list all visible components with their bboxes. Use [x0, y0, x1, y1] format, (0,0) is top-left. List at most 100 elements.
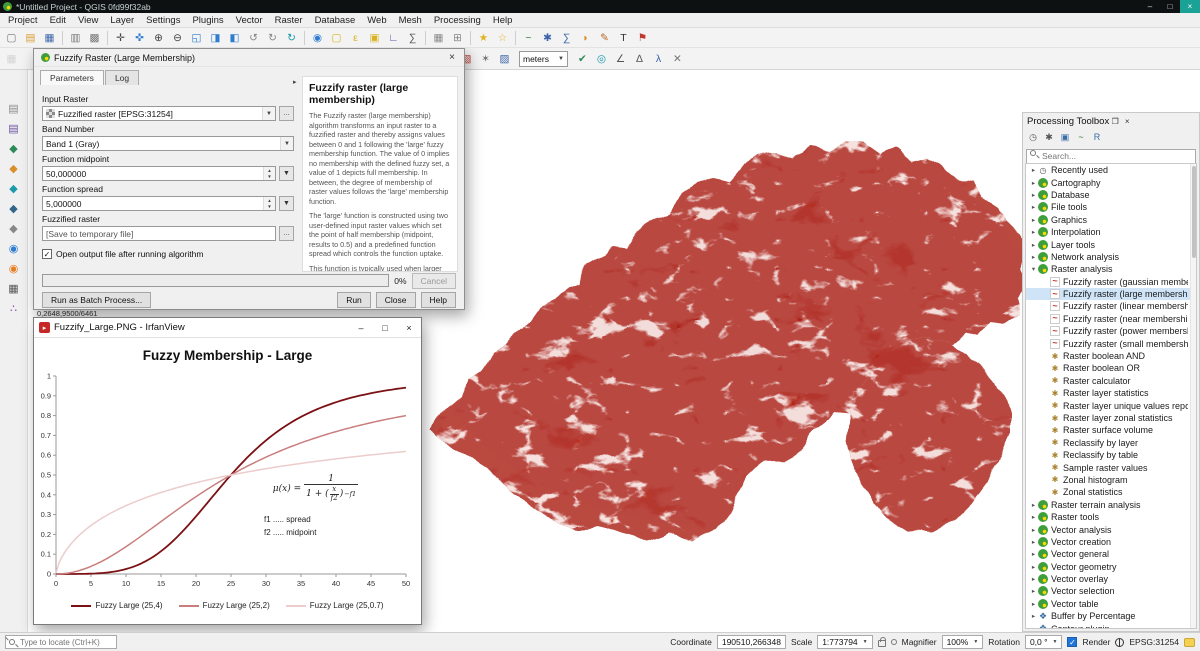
- open-project-icon[interactable]: ▤: [22, 30, 39, 46]
- chevron-down-icon[interactable]: ▼: [280, 137, 293, 150]
- check-geometries-icon[interactable]: ✔: [574, 51, 591, 67]
- azimuth-icon[interactable]: ∆: [631, 51, 648, 67]
- spread-spinbox[interactable]: 5,000000 ▲▼: [42, 196, 276, 211]
- r-scripts-icon[interactable]: R: [1090, 131, 1104, 144]
- menu-item[interactable]: Help: [487, 13, 519, 27]
- toolbox-item-interpolation[interactable]: ▸Interpolation: [1026, 226, 1196, 238]
- dialog-close-button[interactable]: ×: [440, 49, 464, 66]
- menu-item[interactable]: Layer: [104, 13, 140, 27]
- wfs-layer-icon[interactable]: ◉: [5, 260, 23, 277]
- select-by-expression-icon[interactable]: ε: [347, 30, 364, 46]
- render-checkbox[interactable]: ✓: [1067, 637, 1077, 647]
- toolbox-item-sample-raster-values[interactable]: ✱Sample raster values: [1026, 461, 1196, 473]
- toolbox-item-raster-tools[interactable]: ▸Raster tools: [1026, 511, 1196, 523]
- toolbox-item-fuzzify-raster-gaussian-membership[interactable]: ~Fuzzify raster (gaussian membership): [1026, 276, 1196, 288]
- magnifier-spinbox[interactable]: 100%▼: [942, 635, 984, 649]
- toolbox-item-raster-boolean-and[interactable]: ✱Raster boolean AND: [1026, 350, 1196, 362]
- coordinate-input[interactable]: 190510,266348: [717, 635, 786, 649]
- pan-to-selection-icon[interactable]: ✜: [131, 30, 148, 46]
- python-console-icon[interactable]: ~: [520, 30, 537, 46]
- tree-chevron-icon[interactable]: ▸: [1029, 612, 1038, 620]
- tree-chevron-icon[interactable]: ▸: [1029, 241, 1038, 249]
- close-dialog-button[interactable]: Close: [376, 292, 416, 308]
- toolbox-item-vector-analysis[interactable]: ▸Vector analysis: [1026, 523, 1196, 535]
- toolbox-item-vector-overlay[interactable]: ▸Vector overlay: [1026, 573, 1196, 585]
- scrollbar-thumb[interactable]: [1192, 166, 1196, 258]
- new-shapefile-layer-icon[interactable]: ◆: [5, 160, 23, 177]
- text-annotation-icon[interactable]: T: [615, 30, 632, 46]
- lock-scale-icon[interactable]: [878, 640, 886, 647]
- maximize-button[interactable]: □: [1160, 0, 1180, 13]
- select-features-icon[interactable]: ▢: [328, 30, 345, 46]
- chevron-down-icon[interactable]: ▼: [262, 107, 275, 120]
- units-combo[interactable]: meters ▼: [519, 51, 568, 67]
- toolbox-item-zonal-statistics[interactable]: ✱Zonal statistics: [1026, 486, 1196, 498]
- show-statistics-icon[interactable]: ∑: [558, 30, 575, 46]
- measure-line-icon[interactable]: ∟: [385, 30, 402, 46]
- minimize-button[interactable]: –: [349, 318, 373, 338]
- vertex-tool-icon[interactable]: ✕: [669, 51, 686, 67]
- refresh-map-icon[interactable]: ↻: [283, 30, 300, 46]
- tree-chevron-icon[interactable]: ▸: [1029, 191, 1038, 199]
- toolbox-item-fuzzify-raster-power-membership[interactable]: ~Fuzzify raster (power membership): [1026, 325, 1196, 337]
- tree-chevron-icon[interactable]: ▸: [1029, 253, 1038, 261]
- new-geopackage-layer-icon[interactable]: ◆: [5, 140, 23, 157]
- cancel-button[interactable]: Cancel: [412, 273, 456, 289]
- zoom-next-icon[interactable]: ↻: [264, 30, 281, 46]
- deselect-features-icon[interactable]: ▣: [366, 30, 383, 46]
- spinner-buttons[interactable]: ▲▼: [263, 167, 275, 180]
- tree-chevron-icon[interactable]: ▸: [1029, 575, 1038, 583]
- toolbox-item-raster-analysis[interactable]: ▾Raster analysis: [1026, 263, 1196, 275]
- debugging-tools-icon[interactable]: ✶: [477, 51, 494, 67]
- menu-item[interactable]: View: [72, 13, 104, 27]
- toolbox-item-vector-table[interactable]: ▸Vector table: [1026, 598, 1196, 610]
- measure-bearing-icon[interactable]: ∠: [612, 51, 629, 67]
- maximize-button[interactable]: □: [373, 318, 397, 338]
- tree-chevron-icon[interactable]: ▸: [1029, 501, 1038, 509]
- tree-chevron-icon[interactable]: ▸: [1029, 216, 1038, 224]
- show-bookmarks-icon[interactable]: ☆: [494, 30, 511, 46]
- zoom-out-icon[interactable]: ⊖: [169, 30, 186, 46]
- browse-raster-button[interactable]: …: [279, 106, 294, 121]
- current-edits-icon[interactable]: ▦: [3, 51, 20, 67]
- tree-chevron-icon[interactable]: ▸: [1029, 179, 1038, 187]
- scrollbar[interactable]: [1190, 164, 1196, 628]
- batch-process-button[interactable]: Run as Batch Process...: [42, 292, 151, 308]
- wrench-icon[interactable]: ✱: [1042, 131, 1056, 144]
- script-assistant-icon[interactable]: ▨: [496, 51, 513, 67]
- menu-item[interactable]: Settings: [140, 13, 186, 27]
- crs-value[interactable]: EPSG:31254: [1129, 637, 1179, 647]
- new-spatialite-layer-icon[interactable]: ◆: [5, 180, 23, 197]
- toolbox-item-file-tools[interactable]: ▸File tools: [1026, 201, 1196, 213]
- expression-icon[interactable]: λ: [650, 51, 667, 67]
- menu-item[interactable]: Edit: [44, 13, 72, 27]
- tree-chevron-icon[interactable]: ▸: [1029, 625, 1038, 629]
- layout-manager-icon[interactable]: ▩: [86, 30, 103, 46]
- style-manager-icon[interactable]: ▤: [5, 100, 23, 117]
- map-tips-icon[interactable]: ◗: [577, 30, 594, 46]
- zoom-full-extent-icon[interactable]: ◱: [188, 30, 205, 46]
- pointcloud-layer-icon[interactable]: ∴: [5, 300, 23, 317]
- output-file-input[interactable]: [Save to temporary file]: [42, 226, 276, 241]
- toolbox-item-raster-surface-volume[interactable]: ✱Raster surface volume: [1026, 424, 1196, 436]
- history-icon[interactable]: ◷: [1026, 131, 1040, 144]
- tree-chevron-icon[interactable]: ▸: [1029, 600, 1038, 608]
- toolbox-item-raster-calculator[interactable]: ✱Raster calculator: [1026, 375, 1196, 387]
- open-output-checkbox[interactable]: ✓: [42, 249, 52, 259]
- toolbox-item-raster-layer-statistics[interactable]: ✱Raster layer statistics: [1026, 387, 1196, 399]
- processing-toolbox-icon[interactable]: ✱: [539, 30, 556, 46]
- input-raster-combo[interactable]: Fuzzified raster [EPSG:31254] ▼: [42, 106, 276, 121]
- attribute-table-icon[interactable]: ▦: [430, 30, 447, 46]
- new-annotation-icon[interactable]: ✎: [596, 30, 613, 46]
- tree-chevron-icon[interactable]: ▸: [1029, 526, 1038, 534]
- float-panel-icon[interactable]: ❐: [1109, 117, 1121, 126]
- tree-chevron-icon[interactable]: ▸: [1029, 550, 1038, 558]
- toolbox-item-raster-boolean-or[interactable]: ✱Raster boolean OR: [1026, 362, 1196, 374]
- menu-item[interactable]: Web: [361, 13, 392, 27]
- tree-chevron-icon[interactable]: ▸: [1029, 166, 1038, 174]
- zoom-to-selection-icon[interactable]: ◨: [207, 30, 224, 46]
- midpoint-spinbox[interactable]: 50,000000 ▲▼: [42, 166, 276, 181]
- pan-map-icon[interactable]: ✛: [112, 30, 129, 46]
- menu-item[interactable]: Project: [2, 13, 44, 27]
- toolbox-item-fuzzify-raster-large-membership[interactable]: ~Fuzzify raster (large membership): [1026, 288, 1196, 300]
